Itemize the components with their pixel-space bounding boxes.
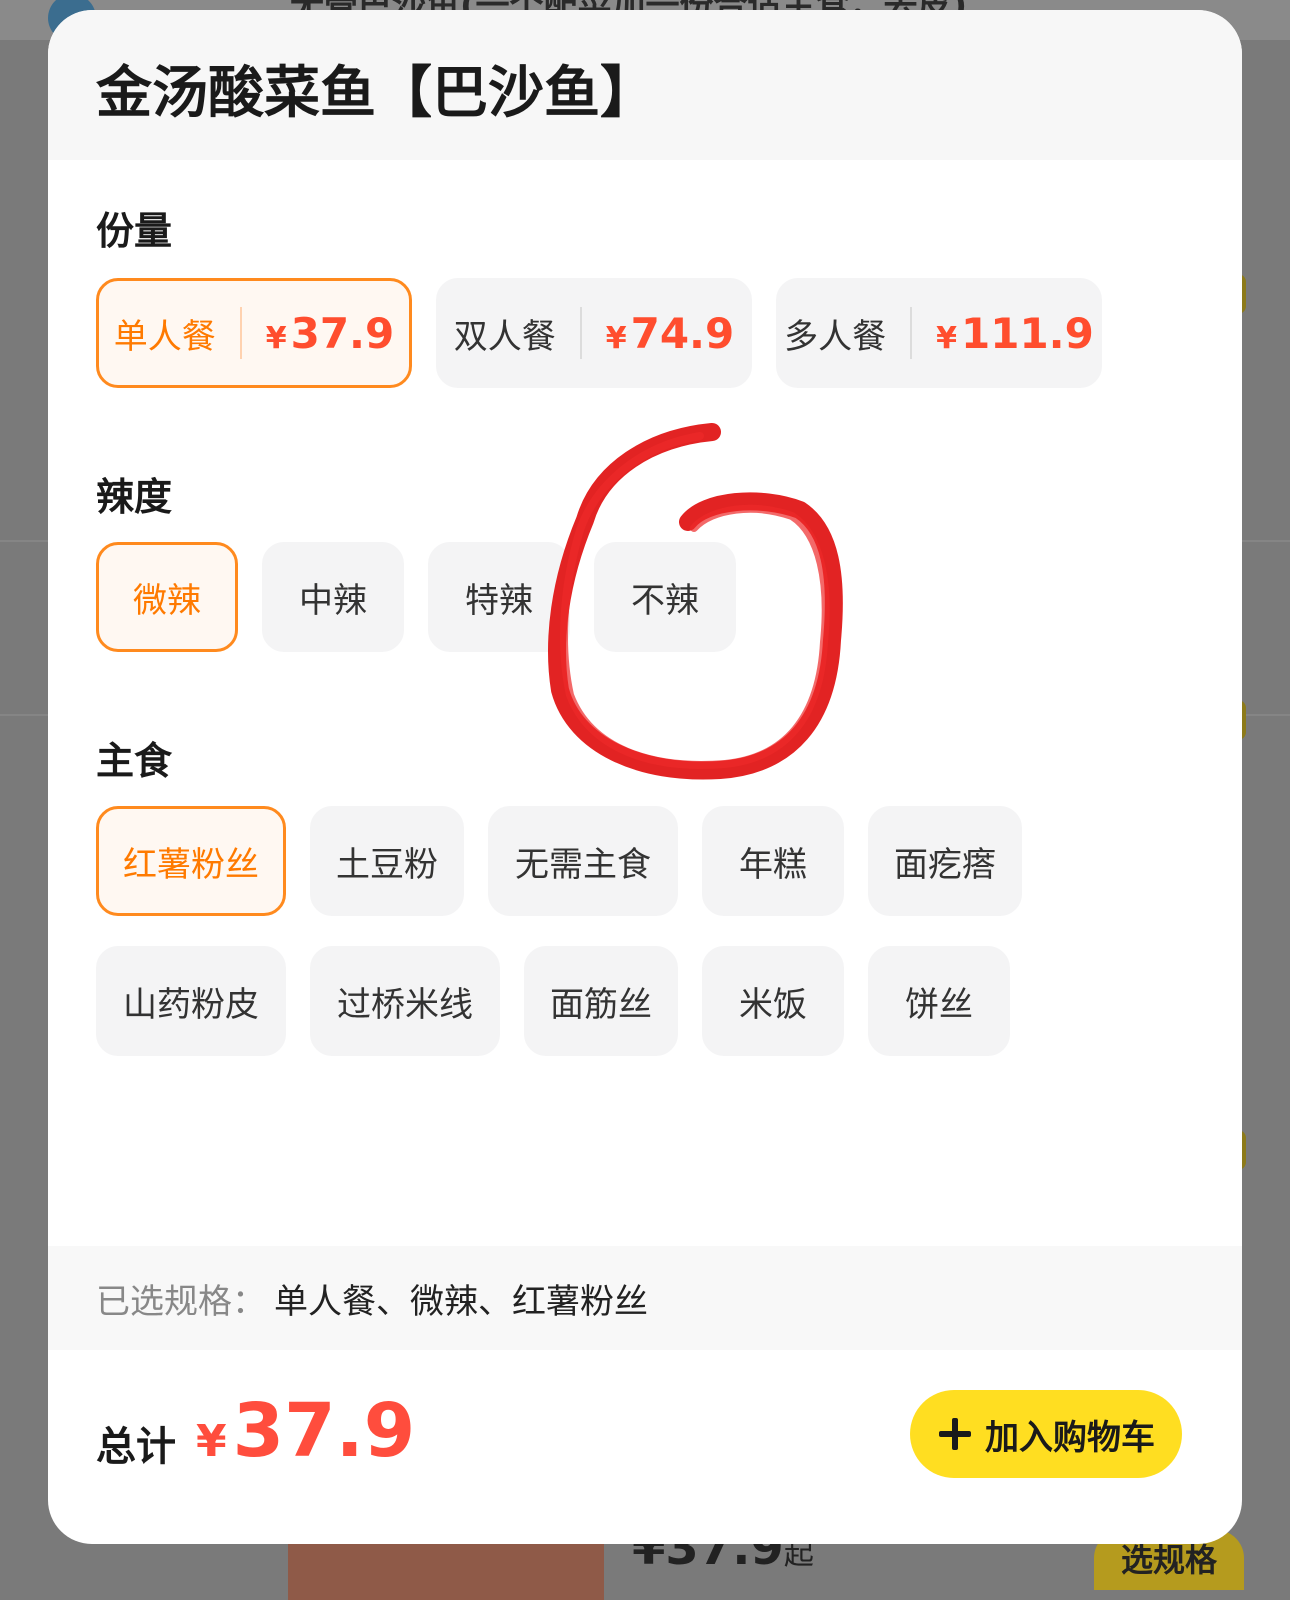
add-to-cart-label: 加入购物车 [985, 1417, 1155, 1458]
spice-option-extra-hot[interactable]: 特辣 [428, 542, 570, 652]
staple-option[interactable]: 土豆粉 [310, 806, 464, 916]
portion-option-name: 单人餐 [113, 316, 216, 357]
selected-spec-label: 已选规格： [96, 1282, 266, 1322]
portion-option-name: 多人餐 [784, 316, 887, 357]
portion-section-label: 份量 [96, 209, 173, 253]
staple-option[interactable]: 年糕 [702, 806, 844, 916]
portion-option-name: 双人餐 [453, 316, 556, 357]
staple-option[interactable]: 山药粉皮 [96, 946, 286, 1056]
option-divider [910, 307, 913, 359]
total-label: 总计 [96, 1424, 176, 1470]
add-to-cart-button[interactable]: 加入购物车 [910, 1390, 1182, 1478]
portion-option-price: ¥37.9 [265, 308, 395, 358]
background-dish-image [288, 1540, 604, 1600]
plus-icon [939, 1418, 971, 1450]
portion-option-price: ¥111.9 [936, 308, 1094, 358]
staple-option[interactable]: 饼丝 [868, 946, 1010, 1056]
total-price: ¥37.9 [196, 1388, 415, 1474]
portion-option-double[interactable]: 双人餐 ¥74.9 [436, 278, 752, 388]
total-amount: 37.9 [232, 1388, 416, 1474]
spice-option-not-spicy[interactable]: 不辣 [594, 542, 736, 652]
portion-option-price: ¥74.9 [605, 308, 735, 358]
spice-option-mild[interactable]: 微辣 [96, 542, 238, 652]
dish-title: 金汤酸菜鱼【巴沙鱼】 [96, 61, 656, 126]
staple-option[interactable]: 米饭 [702, 946, 844, 1056]
staple-section-label: 主食 [96, 739, 173, 783]
staple-option[interactable]: 过桥米线 [310, 946, 500, 1056]
staple-option[interactable]: 红薯粉丝 [96, 806, 286, 916]
portion-option-single[interactable]: 单人餐 ¥37.9 [96, 278, 412, 388]
spec-selection-modal: 金汤酸菜鱼【巴沙鱼】 份量 单人餐 ¥37.9 双人餐 ¥74.9 多人餐 ¥1… [48, 10, 1242, 1544]
selected-spec-value: 单人餐、微辣、红薯粉丝 [274, 1282, 648, 1322]
staple-option[interactable]: 面筋丝 [524, 946, 678, 1056]
staple-option[interactable]: 面疙瘩 [868, 806, 1022, 916]
staple-option[interactable]: 无需主食 [488, 806, 678, 916]
spice-section-label: 辣度 [96, 475, 173, 519]
portion-option-multi[interactable]: 多人餐 ¥111.9 [776, 278, 1102, 388]
spice-option-medium[interactable]: 中辣 [262, 542, 404, 652]
option-divider [579, 307, 582, 359]
option-divider [239, 307, 242, 359]
currency-symbol: ¥ [196, 1416, 227, 1467]
